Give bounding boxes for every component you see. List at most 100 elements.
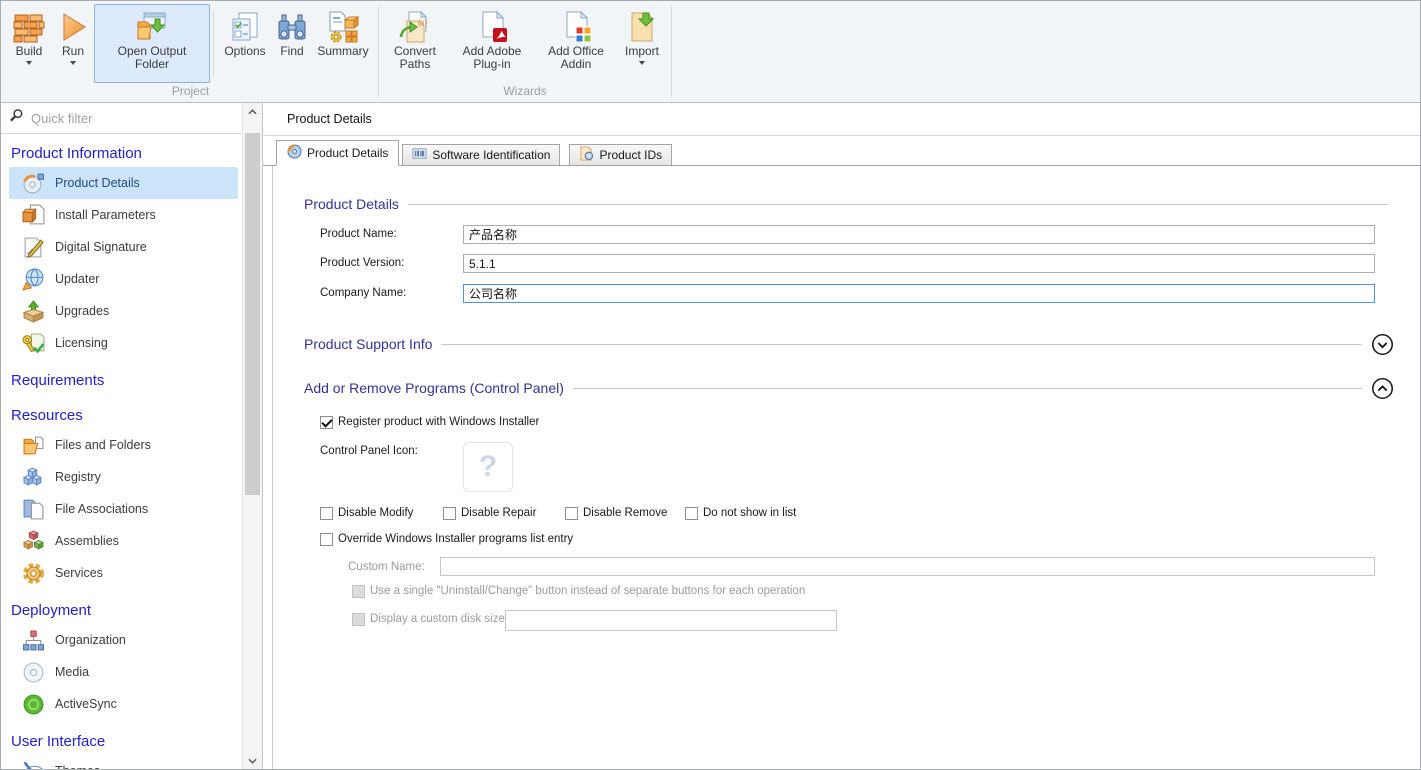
ribbon-group-label-wizards: Wizards xyxy=(379,83,671,102)
checkbox-box xyxy=(352,613,365,626)
checkbox-box xyxy=(443,507,456,520)
product-details-tab-icon xyxy=(287,144,302,162)
content-frame-border xyxy=(272,166,273,769)
section-rule xyxy=(441,344,1362,345)
sidebar-item-registry[interactable]: Registry xyxy=(9,461,238,493)
display-custom-disk-size-checkbox[interactable]: Display a custom disk size: xyxy=(352,613,508,626)
control-panel-icon-label: Control Panel Icon: xyxy=(320,445,418,457)
sidebar-item-label: Install Parameters xyxy=(55,208,156,222)
import-button[interactable]: Import xyxy=(616,4,668,83)
dropdown-caret-icon xyxy=(639,61,645,65)
run-button[interactable]: Run xyxy=(52,4,94,83)
search-icon xyxy=(9,108,24,128)
services-icon xyxy=(21,561,45,585)
sidebar-item-assemblies[interactable]: Assemblies xyxy=(9,525,238,557)
scrollbar-down-arrow-icon[interactable] xyxy=(243,752,262,769)
section-rule xyxy=(573,388,1362,389)
sidebar-item-updater[interactable]: Updater xyxy=(9,263,238,295)
product-name-input[interactable] xyxy=(463,225,1375,244)
product-version-input[interactable] xyxy=(463,254,1375,273)
sidebar-item-label: Organization xyxy=(55,633,126,647)
build-button-label: Build xyxy=(16,45,43,58)
options-button[interactable]: Options xyxy=(217,4,273,83)
tab-label: Product IDs xyxy=(599,148,662,162)
checkbox-box xyxy=(320,507,333,520)
sidebar-item-label: Digital Signature xyxy=(55,240,147,254)
dropdown-caret-icon xyxy=(70,61,76,65)
checkbox-box xyxy=(685,507,698,520)
checkbox-label: Disable Remove xyxy=(583,507,667,519)
run-icon xyxy=(57,9,89,45)
checkbox-box xyxy=(352,585,365,598)
sidebar-item-licensing[interactable]: Licensing xyxy=(9,327,238,359)
disable-modify-checkbox[interactable]: Disable Modify xyxy=(320,507,413,520)
sidebar-item-product-details[interactable]: Product Details xyxy=(9,167,238,199)
open-output-folder-button[interactable]: Open Output Folder xyxy=(94,4,210,83)
open-output-folder-icon xyxy=(136,9,168,45)
media-icon xyxy=(21,660,45,684)
section-title: Product Support Info xyxy=(304,336,432,352)
section-header-product-details: Product Details xyxy=(304,192,1389,216)
sidebar-item-files-and-folders[interactable]: Files and Folders xyxy=(9,429,238,461)
application-window: Build Run Open Output Folder xyxy=(0,0,1421,770)
sidebar-item-services[interactable]: Services xyxy=(9,557,238,589)
sidebar-item-activesync[interactable]: ActiveSync xyxy=(9,688,238,720)
scrollbar-thumb[interactable] xyxy=(245,133,260,495)
checkbox-box xyxy=(320,416,333,429)
tab-product-details[interactable]: Product Details xyxy=(276,140,399,166)
control-panel-icon-picker[interactable]: ? xyxy=(463,442,513,492)
options-button-label: Options xyxy=(224,45,265,58)
find-button-label: Find xyxy=(280,45,303,58)
custom-disk-size-input[interactable] xyxy=(505,610,837,631)
convert-paths-button[interactable]: (x) Convert Paths xyxy=(382,4,448,83)
quick-filter-input[interactable] xyxy=(31,111,254,126)
sidebar-item-file-associations[interactable]: File Associations xyxy=(9,493,238,525)
convert-paths-icon: (x) xyxy=(399,9,431,45)
add-office-addin-button[interactable]: Add Office Addin xyxy=(536,4,616,83)
digital-signature-icon xyxy=(21,235,45,259)
tab-product-ids[interactable]: Product IDs xyxy=(569,144,672,165)
sidebar-item-upgrades[interactable]: Upgrades xyxy=(9,295,238,327)
organization-icon xyxy=(21,628,45,652)
product-version-label: Product Version: xyxy=(320,257,404,269)
checkbox-label: Override Windows Installer programs list… xyxy=(338,533,573,545)
upgrades-icon xyxy=(21,299,45,323)
sidebar-scrollbar[interactable] xyxy=(242,103,262,769)
single-uninstall-change-button-checkbox[interactable]: Use a single "Uninstall/Change" button i… xyxy=(352,585,805,598)
do-not-show-in-list-checkbox[interactable]: Do not show in list xyxy=(685,507,796,520)
sidebar-item-themes[interactable]: Themes xyxy=(9,755,238,769)
scrollbar-up-arrow-icon[interactable] xyxy=(243,103,262,120)
add-adobe-plugin-button[interactable]: Add Adobe Plug-in xyxy=(448,4,536,83)
sidebar-item-digital-signature[interactable]: Digital Signature xyxy=(9,231,238,263)
add-office-addin-button-label: Add Office Addin xyxy=(542,45,610,71)
collapse-section-button[interactable] xyxy=(1371,377,1394,400)
find-icon xyxy=(276,9,308,45)
sidebar-item-label: Media xyxy=(55,665,89,679)
sidebar-section-requirements: Requirements xyxy=(1,359,242,394)
checkbox-label: Register product with Windows Installer xyxy=(338,416,539,428)
sidebar-item-media[interactable]: Media xyxy=(9,656,238,688)
tab-software-identification[interactable]: Software Identification xyxy=(402,144,560,165)
sidebar-section-resources: Resources xyxy=(1,394,242,429)
assemblies-icon xyxy=(21,529,45,553)
find-button[interactable]: Find xyxy=(273,4,311,83)
register-product-checkbox[interactable]: Register product with Windows Installer xyxy=(320,416,539,429)
build-button[interactable]: Build xyxy=(6,4,52,83)
summary-button[interactable]: Summary xyxy=(311,4,375,83)
disable-remove-checkbox[interactable]: Disable Remove xyxy=(565,507,667,520)
override-programs-list-checkbox[interactable]: Override Windows Installer programs list… xyxy=(320,533,573,546)
sidebar-item-label: ActiveSync xyxy=(55,697,117,711)
company-name-label: Company Name: xyxy=(320,287,406,299)
disable-repair-checkbox[interactable]: Disable Repair xyxy=(443,507,536,520)
sidebar-section-deployment: Deployment xyxy=(1,589,242,624)
product-details-icon xyxy=(21,171,45,195)
tab-content: Product Details Product Name: Product Ve… xyxy=(263,166,1420,769)
sidebar-item-install-parameters[interactable]: Install Parameters xyxy=(9,199,238,231)
company-name-input[interactable] xyxy=(463,284,1375,303)
ribbon-separator xyxy=(213,11,214,76)
expand-section-button[interactable] xyxy=(1371,333,1394,356)
ribbon-group-separator xyxy=(671,6,672,97)
svg-text:(x): (x) xyxy=(418,18,428,27)
custom-name-input[interactable] xyxy=(440,557,1375,576)
sidebar-item-organization[interactable]: Organization xyxy=(9,624,238,656)
